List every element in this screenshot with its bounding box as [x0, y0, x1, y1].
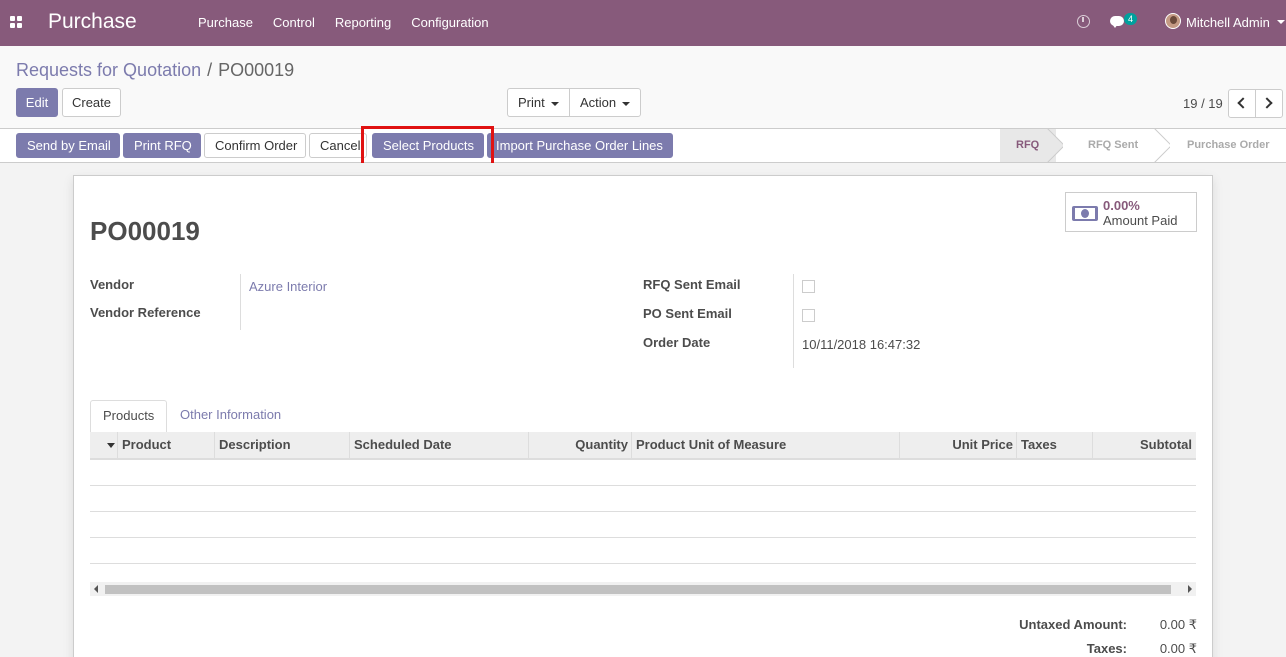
send-by-email-button[interactable]: Send by Email [16, 133, 120, 158]
column-taxes[interactable]: Taxes [1016, 432, 1093, 458]
chat-icon[interactable] [1110, 16, 1124, 28]
breadcrumb-parent-link[interactable]: Requests for Quotation [16, 60, 201, 80]
amount-paid-value: 0.00% [1103, 198, 1140, 213]
action-dropdown-button[interactable]: Action [569, 88, 641, 117]
stage-rfq-sent[interactable]: RFQ Sent [1056, 129, 1163, 162]
column-unit-price[interactable]: Unit Price [899, 432, 1017, 458]
sort-caret-icon[interactable] [107, 443, 115, 448]
user-menu-caret-icon[interactable] [1277, 20, 1285, 24]
pager-next-button[interactable] [1255, 89, 1283, 118]
breadcrumb: Requests for Quotation / PO00019 [16, 60, 294, 81]
print-caret-icon [550, 101, 559, 106]
column-quantity[interactable]: Quantity [528, 432, 632, 458]
stage-arrow [1047, 129, 1063, 162]
stage-rfq-label: RFQ [1016, 139, 1040, 151]
rfq-sent-email-label: RFQ Sent Email [643, 277, 741, 292]
control-panel: Requests for Quotation / PO00019 Edit Crea… [0, 46, 1286, 129]
field-divider [240, 274, 241, 330]
app-brand: Purchase [48, 10, 137, 33]
edit-button[interactable]: Edit [16, 88, 58, 117]
tab-other-information[interactable]: Other Information [168, 400, 293, 433]
confirm-order-button[interactable]: Confirm Order [204, 133, 306, 158]
notebook-tabs: Products Other Information [90, 400, 1196, 433]
vendor-label: Vendor [90, 277, 135, 292]
table-row[interactable] [90, 486, 1196, 512]
top-navbar: Purchase Purchase Control Reporting Conf… [0, 0, 1286, 46]
column-scheduled-date[interactable]: Scheduled Date [349, 432, 529, 458]
chat-count-badge: 4 [1124, 13, 1138, 25]
stage-rfq-sent-label: RFQ Sent [1088, 139, 1139, 151]
column-subtotal[interactable]: Subtotal [1092, 432, 1196, 458]
untaxed-amount-value: 0.00 ₹ [1159, 617, 1197, 632]
stage-arrow [1154, 129, 1170, 162]
tab-products[interactable]: Products [90, 400, 168, 433]
scroll-right-arrow-icon[interactable] [1188, 585, 1192, 593]
pager-previous-button[interactable] [1228, 89, 1256, 118]
column-description[interactable]: Description [214, 432, 350, 458]
print-rfq-button[interactable]: Print RFQ [123, 133, 201, 158]
main-menu: Purchase Control Reporting Configuration [188, 15, 499, 30]
stage-rfq[interactable]: RFQ [1000, 129, 1056, 162]
breadcrumb-current: PO00019 [218, 60, 295, 80]
column-product[interactable]: Product [117, 432, 215, 458]
rfq-sent-email-checkbox[interactable] [802, 280, 815, 293]
stage-purchase-order[interactable]: Purchase Order [1163, 129, 1286, 162]
highlight-annotation-box [361, 126, 494, 166]
table-row[interactable] [90, 538, 1196, 564]
menu-item-control[interactable]: Control [273, 15, 315, 30]
breadcrumb-separator: / [207, 60, 213, 80]
column-uom[interactable]: Product Unit of Measure [631, 432, 900, 458]
vendor-link[interactable]: Azure Interior [249, 279, 327, 294]
amount-paid-label: Amount Paid [1103, 213, 1178, 228]
taxes-label: Taxes: [1086, 641, 1127, 656]
po-sent-email-label: PO Sent Email [643, 306, 732, 321]
menu-item-reporting[interactable]: Reporting [335, 15, 391, 30]
field-divider [793, 274, 794, 368]
action-label: Action [580, 95, 617, 110]
menu-item-configuration[interactable]: Configuration [411, 15, 488, 30]
amount-paid-smart-button[interactable]: 0.00% Amount Paid [1065, 192, 1197, 232]
user-avatar[interactable] [1165, 13, 1181, 29]
horizontal-scrollbar[interactable] [90, 582, 1196, 596]
print-label: Print [518, 95, 545, 110]
order-date-value: 10/11/2018 16:47:32 [802, 337, 921, 352]
import-purchase-order-lines-button[interactable]: Import Purchase Order Lines [487, 133, 673, 158]
scroll-left-arrow-icon[interactable] [94, 585, 98, 593]
activity-clock-icon[interactable] [1077, 15, 1090, 28]
statusbar: Send by Email Print RFQ Confirm Order Ca… [0, 129, 1286, 163]
create-button[interactable]: Create [62, 88, 121, 117]
form-sheet: 0.00% Amount Paid PO00019 Vendor Vendor … [73, 175, 1213, 657]
chevron-right-icon [1261, 97, 1273, 109]
action-caret-icon [622, 101, 631, 106]
table-row[interactable] [90, 512, 1196, 538]
page-title: PO00019 [90, 216, 200, 246]
order-date-label: Order Date [643, 335, 711, 350]
taxes-value: 0.00 ₹ [1159, 641, 1197, 656]
user-menu-name[interactable]: Mitchell Admin [1186, 15, 1270, 30]
scrollbar-thumb[interactable] [105, 585, 1171, 594]
cancel-button[interactable]: Cancel [309, 133, 367, 158]
order-lines-table: Product Description Scheduled Date Quant… [90, 432, 1196, 564]
status-stages: RFQ RFQ Sent Purchase Order [1000, 129, 1286, 162]
money-bill-icon [1072, 206, 1098, 221]
table-row[interactable] [90, 460, 1196, 486]
table-header: Product Description Scheduled Date Quant… [90, 432, 1196, 460]
print-dropdown-button[interactable]: Print [507, 88, 570, 117]
vendor-reference-label: Vendor Reference [90, 305, 201, 320]
apps-grid-icon[interactable] [10, 16, 23, 29]
stage-purchase-order-label: Purchase Order [1187, 139, 1270, 151]
untaxed-amount-label: Untaxed Amount: [1019, 617, 1127, 632]
po-sent-email-checkbox[interactable] [802, 309, 815, 322]
chevron-left-icon [1237, 97, 1249, 109]
menu-item-purchase[interactable]: Purchase [198, 15, 253, 30]
pager-value[interactable]: 19 / 19 [1183, 96, 1223, 111]
